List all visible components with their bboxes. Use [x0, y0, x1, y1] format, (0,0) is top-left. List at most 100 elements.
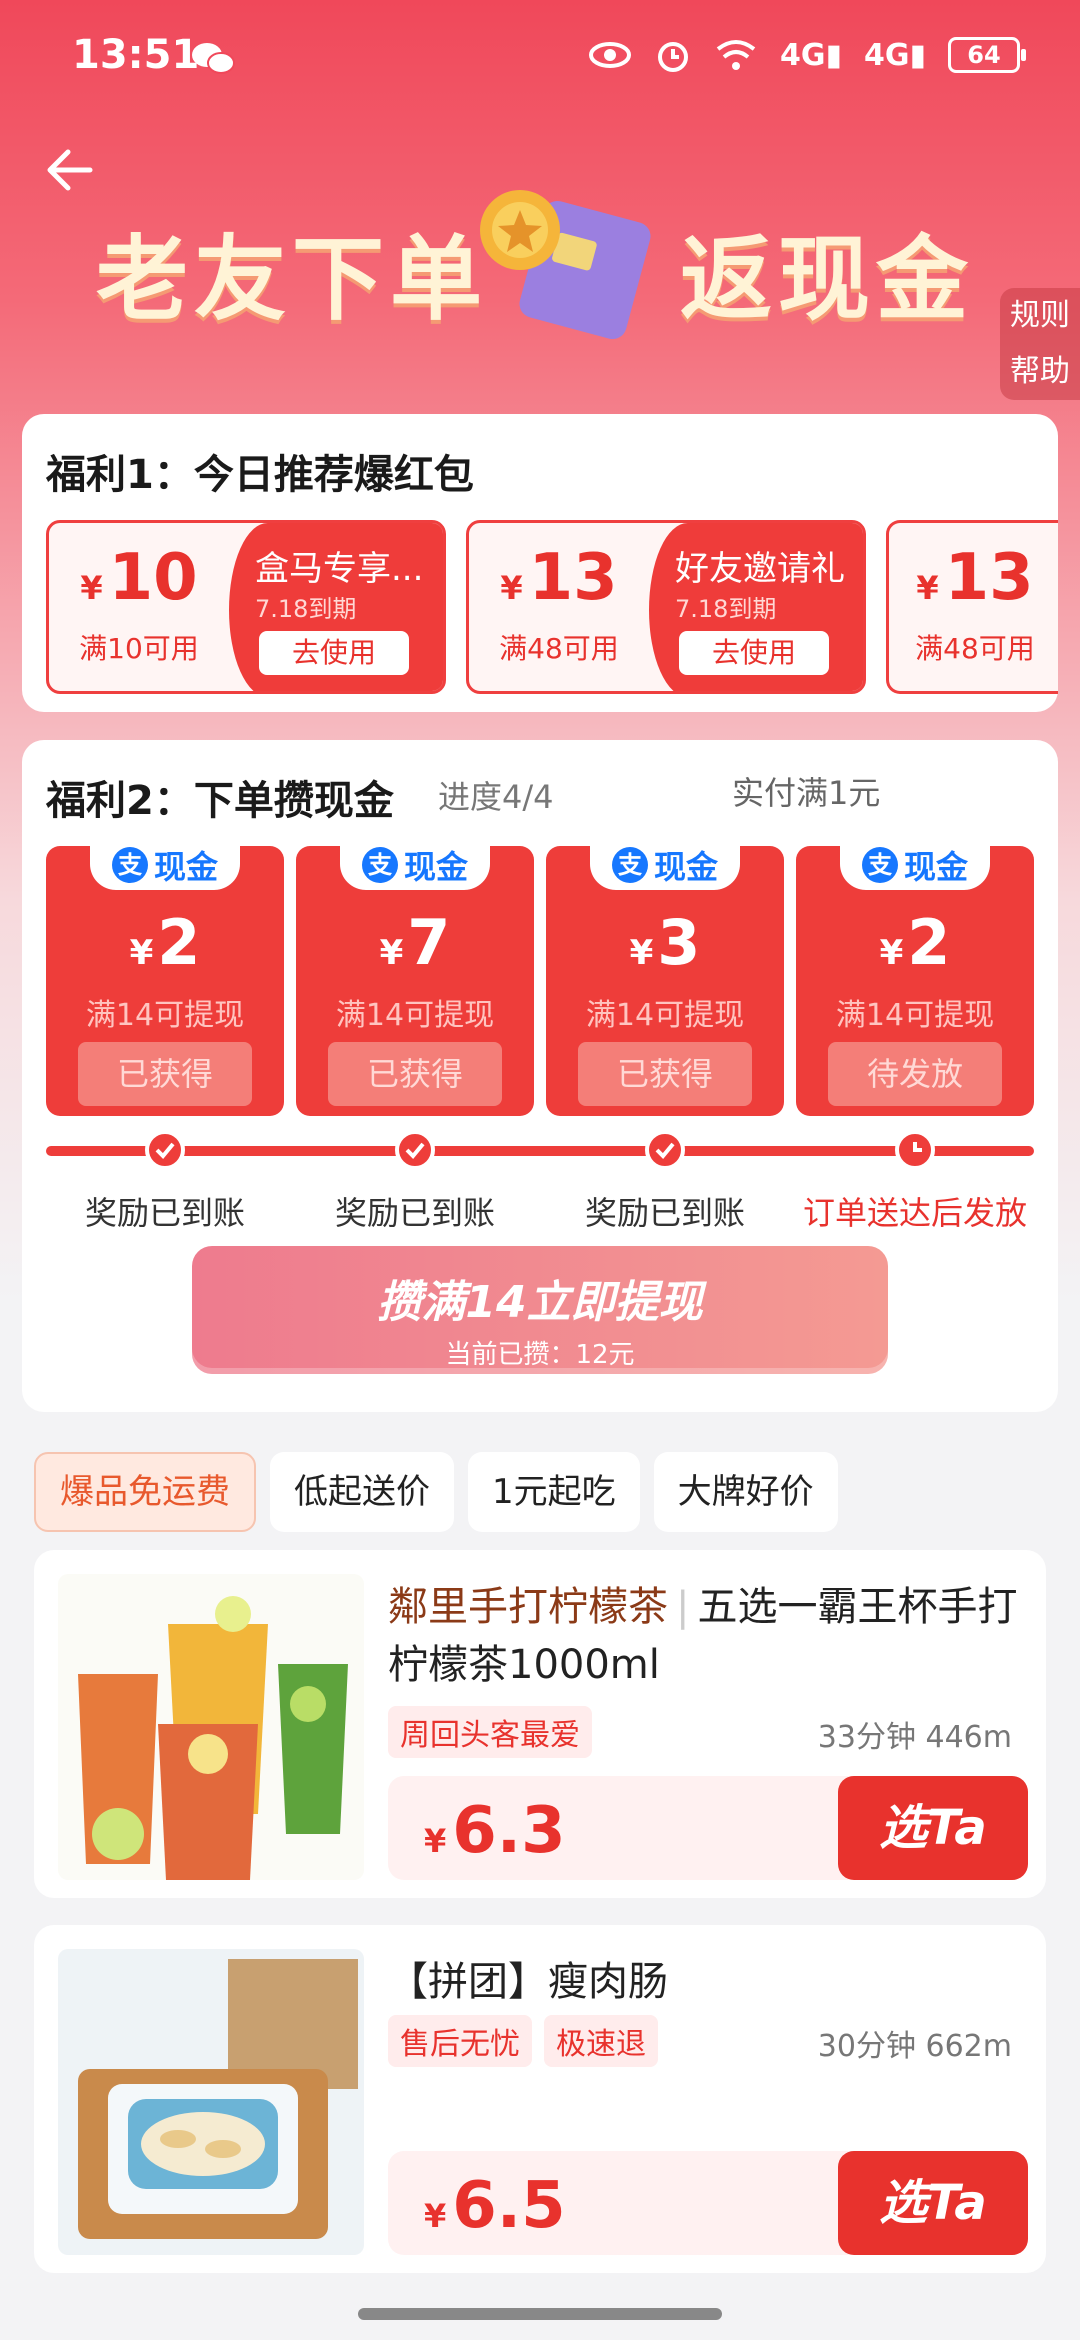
benefit2-title: 福利2：下单攒现金 [46, 778, 394, 824]
cash-amount: ¥2 [796, 906, 1034, 979]
filter-tab-one-yuan[interactable]: 1元起吃 [468, 1452, 640, 1532]
product-tags: 售后无忧 极速退 [388, 2015, 658, 2067]
coupon-card[interactable]: ¥10 满10可用 盒马专享... 7.18到期 去使用 [46, 520, 446, 694]
banner-title-right: 返现金 [680, 226, 975, 333]
price-bar: ¥6.3 选Ta [388, 1776, 1028, 1880]
coupon-amount: ¥10 [49, 541, 229, 615]
wechat-icon [192, 43, 235, 74]
alipay-icon: 支 [111, 847, 148, 883]
cash-status-button: 已获得 [78, 1042, 252, 1106]
help-tab[interactable]: 帮助 [1000, 344, 1080, 400]
product-price: ¥6.5 [424, 2169, 566, 2243]
coupon-card-partial[interactable]: ¥13 满48可用 [886, 520, 1058, 694]
cash-pill: 支现金 [90, 840, 240, 890]
cash-amount: ¥2 [46, 906, 284, 979]
select-button[interactable]: 选Ta [838, 1776, 1028, 1880]
filter-tab-low-min-price[interactable]: 低起送价 [270, 1452, 454, 1532]
status-bar: 13:51 4G▮ 4G▮ 64 [0, 0, 1080, 120]
cash-card: 支现金 ¥2 满14可提现 待发放 [796, 840, 1034, 1116]
alipay-icon: 支 [361, 847, 398, 883]
step-label-pending: 订单送达后发放 [802, 1194, 1027, 1232]
coin-card-icon [480, 190, 651, 340]
product-tags: 周回头客最爱 [388, 1706, 592, 1758]
withdraw-button-label: 攒满14立即提现 [377, 1277, 703, 1328]
alipay-icon: 支 [611, 847, 648, 883]
use-coupon-button[interactable]: 去使用 [679, 631, 829, 675]
status-time: 13:51 [72, 32, 200, 78]
cash-value: 2 [907, 906, 951, 979]
cash-label: 现金 [403, 848, 468, 886]
product-price: ¥6.3 [424, 1794, 566, 1868]
product-card[interactable]: 【拼团】瘦肉肠 售后无忧 极速退 30分钟 662m ¥6.5 选Ta [34, 1925, 1046, 2273]
price-value: 6.3 [452, 1794, 566, 1868]
benefit1-title: 福利1：今日推荐爆红包 [46, 452, 474, 498]
check-icon [145, 1130, 185, 1170]
clock-icon [895, 1130, 935, 1170]
cash-pill: 支现金 [590, 840, 740, 890]
cash-condition: 满14可提现 [335, 998, 495, 1033]
eye-icon [588, 42, 631, 68]
filter-tab-brand-deals[interactable]: 大牌好价 [653, 1452, 838, 1532]
cash-label: 现金 [903, 848, 968, 886]
product-title: 【拼团】瘦肉肠 [388, 1953, 1028, 2011]
progress-track [46, 1146, 1034, 1156]
coupon-condition: 满10可用 [79, 632, 199, 665]
product-title: 鄰里手打柠檬茶 | 五选一霸王杯手打柠檬茶1000ml [388, 1578, 1028, 1694]
coupon-expiry: 7.18到期 [255, 595, 357, 623]
product-tag: 极速退 [544, 2015, 658, 2067]
shop-name: 鄰里手打柠檬茶 [388, 1584, 668, 1630]
alarm-icon [657, 42, 688, 72]
side-tabs: 规则 帮助 [1000, 288, 1080, 400]
currency: ¥ [379, 933, 404, 973]
requirement-text: 实付满1元 [732, 774, 881, 812]
product-card[interactable]: 鄰里手打柠檬茶 | 五选一霸王杯手打柠檬茶1000ml 周回头客最爱 33分钟 44… [34, 1550, 1046, 1898]
cash-status-button: 待发放 [828, 1042, 1002, 1106]
currency: ¥ [629, 933, 654, 973]
wifi-icon [716, 40, 756, 70]
coupon-amount: ¥13 [889, 541, 1058, 615]
currency: ¥ [424, 1822, 447, 1860]
step-label: 奖励已到账 [84, 1194, 245, 1232]
coupon-detail: 好友邀请礼 7.18到期 去使用 [649, 523, 863, 691]
product-image-lemon-tea [58, 1574, 364, 1880]
use-coupon-button[interactable]: 去使用 [259, 631, 409, 675]
rules-tab[interactable]: 规则 [1000, 288, 1080, 344]
price-bar: ¥6.5 选Ta [388, 2151, 1028, 2255]
cash-value: 3 [657, 906, 701, 979]
currency: ¥ [129, 933, 154, 973]
check-icon [395, 1130, 435, 1170]
product-tag: 售后无忧 [388, 2015, 532, 2067]
coupon-name: 好友邀请礼 [675, 549, 845, 589]
coupon-value: 10 [108, 541, 198, 615]
delivery-meta: 30分钟 662m [817, 2029, 1012, 2064]
saved-amount-text: 当前已攒：12元 [445, 1340, 635, 1370]
step-label: 奖励已到账 [334, 1194, 495, 1232]
cash-label: 现金 [153, 848, 218, 886]
check-icon [645, 1130, 685, 1170]
price-value: 6.5 [452, 2169, 566, 2243]
signal-4g-icon: 4G▮ [779, 37, 842, 73]
back-arrow-icon[interactable] [40, 140, 100, 200]
progress-text: 进度4/4 [438, 778, 554, 816]
benefit1-card: 福利1：今日推荐爆红包 ¥10 满10可用 盒马专享... 7.18到期 去使用… [22, 414, 1058, 712]
cash-value: 7 [407, 906, 451, 979]
coupon-detail: 盒马专享... 7.18到期 去使用 [229, 523, 443, 691]
cash-label: 现金 [653, 848, 718, 886]
coupon-amount: ¥13 [469, 541, 649, 615]
coupon-card[interactable]: ¥13 满48可用 好友邀请礼 7.18到期 去使用 [466, 520, 866, 694]
currency: ¥ [424, 2197, 447, 2235]
currency: ¥ [879, 933, 904, 973]
select-button[interactable]: 选Ta [838, 2151, 1028, 2255]
battery-indicator: 64 [948, 37, 1026, 73]
cash-card: 支现金 ¥3 满14可提现 已获得 [546, 840, 784, 1116]
coupon-name: 盒马专享... [255, 549, 424, 589]
withdraw-button[interactable]: 攒满14立即提现 当前已攒：12元 [192, 1246, 888, 1374]
home-indicator[interactable] [358, 2308, 722, 2320]
product-image-sausage [58, 1949, 364, 2255]
coupon-expiry: 7.18到期 [675, 595, 777, 623]
step-label: 奖励已到账 [584, 1194, 745, 1232]
benefit2-card: 福利2：下单攒现金 进度4/4 实付满1元 支现金 ¥2 满14可提现 已获得 … [22, 740, 1058, 1412]
currency: ¥ [500, 569, 523, 607]
cash-condition: 满14可提现 [585, 998, 745, 1033]
filter-tab-free-delivery[interactable]: 爆品免运费 [34, 1452, 256, 1532]
